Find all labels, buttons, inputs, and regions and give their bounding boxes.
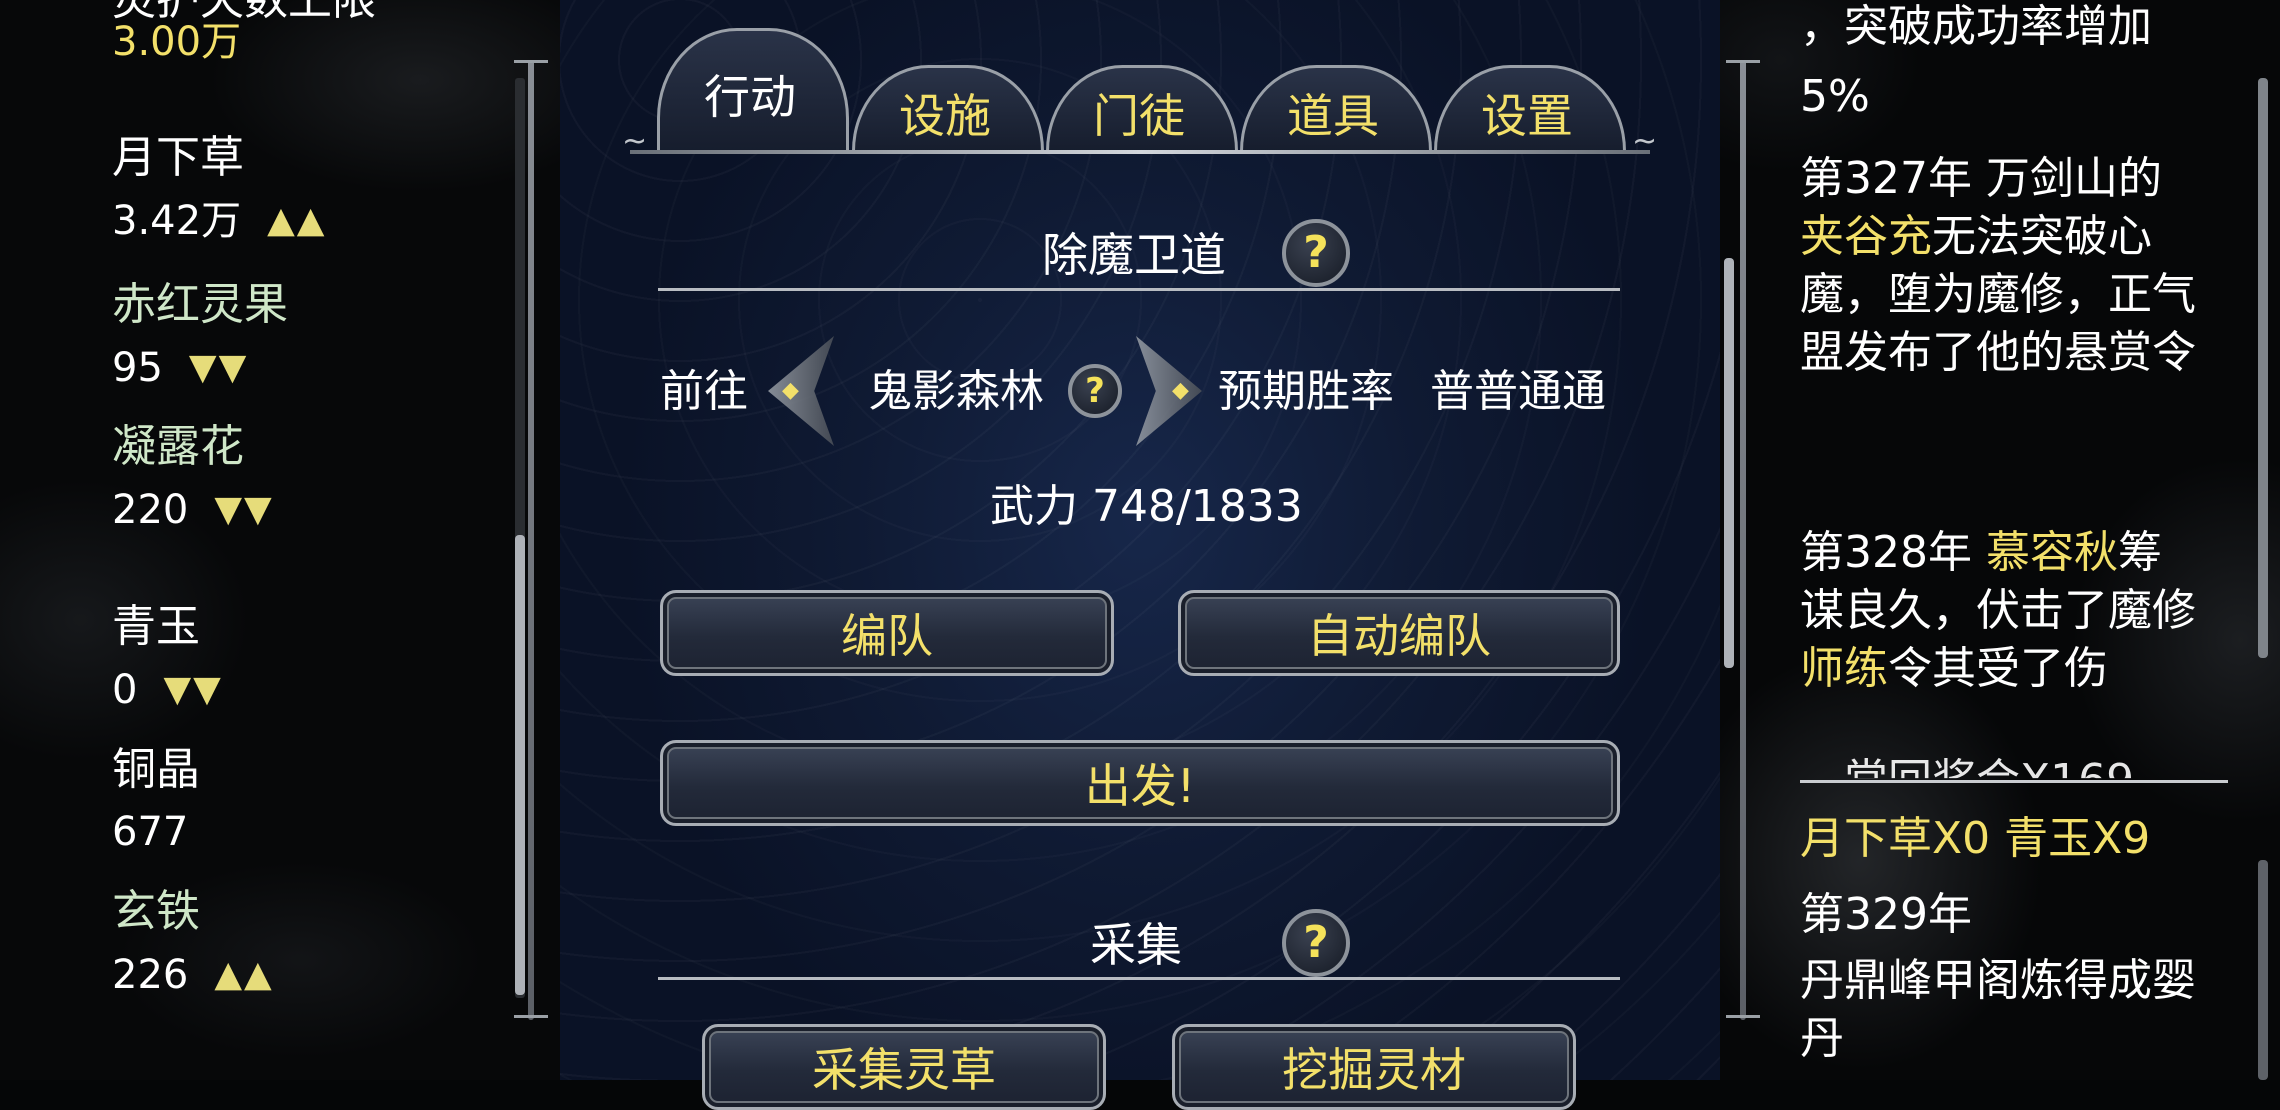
trend-up-icon: ▲▲ (267, 200, 327, 241)
log-text: 第328年 (1800, 527, 1986, 578)
gather-herb-button[interactable]: 采集灵草 (702, 1024, 1106, 1110)
mission-title: 除魔卫道 (1042, 228, 1226, 282)
resource-value: 95 (112, 344, 163, 391)
resource-name: 凝露花 (112, 421, 244, 472)
tab-bar-right-ornament-icon: ~ (1632, 124, 1658, 159)
resource-value: 3.42万 (112, 197, 242, 244)
resource-value: 677 (112, 809, 189, 855)
log-character-name[interactable]: 慕容秋 (1986, 527, 2118, 578)
trend-down-icon: ▼▼ (188, 347, 249, 388)
log-text: 第327年 万剑山的 (1800, 153, 2162, 204)
depart-button[interactable]: 出发! (660, 740, 1620, 826)
resource-value: 0 (112, 666, 138, 713)
resource-name: 青玉 (112, 601, 200, 652)
left-frame-rail (528, 60, 534, 1020)
tab-action[interactable]: 行动 (657, 74, 843, 120)
log-line: 5% (1800, 71, 1870, 122)
resource-item[interactable]: 玄铁 226 ▲▲ (112, 886, 274, 998)
log-line: 第329年 (1800, 889, 1972, 940)
resource-item[interactable]: 青玉 0 ▼▼ (112, 601, 223, 713)
power-readout: 武力 748/1833 (990, 481, 1303, 532)
resource-value: 220 (112, 486, 189, 533)
gather-help-icon[interactable]: ? (1282, 909, 1350, 977)
log-loot-item: 青玉X9 (2004, 813, 2151, 864)
resource-cap-value: 3.00万 (112, 19, 242, 65)
right-frame-rail (1740, 60, 1746, 1020)
resource-item[interactable]: 赤红灵果 95 ▼▼ (112, 279, 288, 391)
log-loot-line: 月下草X0 青玉X9 (1800, 810, 2150, 868)
log-line: 丹鼎峰甲阁炼得成婴丹 (1800, 955, 2196, 1064)
formation-button[interactable]: 编队 (660, 590, 1114, 676)
right-frame-cap-top (1726, 60, 1760, 63)
tab-facility[interactable]: 设施 (852, 93, 1038, 139)
gather-divider (658, 977, 1620, 980)
resource-item[interactable]: 铜晶 677 (112, 744, 200, 855)
gather-title: 采集 (1090, 918, 1182, 972)
resource-name: 玄铁 (112, 886, 200, 937)
trend-down-icon: ▼▼ (163, 669, 223, 710)
tab-bar-divider (630, 150, 1650, 154)
next-location-arrow-icon: ◆ (1172, 378, 1189, 403)
log-character-name[interactable]: 夹谷充 (1800, 211, 1932, 262)
log-text: 令其受了伤 (1888, 643, 2108, 694)
log-entry: 第328年 慕容秋筹谋良久，伏击了魔修师练令其受了伤 (1800, 524, 2200, 698)
trend-down-icon: ▼▼ (214, 489, 274, 530)
resource-item[interactable]: 凝露花 220 ▼▼ (112, 421, 274, 533)
auto-formation-button[interactable]: 自动编队 (1178, 590, 1620, 676)
tab-settings[interactable]: 设置 (1434, 93, 1620, 139)
log-loot-item: 月下草X0 (1800, 813, 1991, 864)
winrate-value: 普普通通 (1430, 366, 1606, 417)
left-scrollbar-thumb[interactable] (515, 535, 525, 995)
prev-location-arrow-icon: ◆ (782, 378, 799, 403)
resource-panel: 灵护天数上限 3.00万 月下草 3.42万 ▲▲ 赤红灵果 95 ▼▼ 凝露花… (112, 0, 532, 1080)
log-line: ，突破成功率增加 (1800, 1, 2152, 52)
resource-value: 226 (112, 951, 189, 998)
goto-label: 前往 (660, 366, 748, 417)
log-separator (1800, 780, 2228, 783)
resource-name: 铜晶 (112, 744, 200, 795)
log-character-name[interactable]: 师练 (1800, 643, 1888, 694)
right-frame-cap-bottom (1726, 1015, 1760, 1018)
winrate-label: 预期胜率 (1218, 366, 1394, 417)
resource-item[interactable]: 月下草 3.42万 ▲▲ (112, 132, 327, 244)
left-frame-cap-bottom (514, 1015, 548, 1018)
resource-name: 月下草 (112, 132, 244, 183)
location-name: 鬼影森林 (868, 366, 1044, 417)
log-scrollbar-lower-thumb[interactable] (2258, 860, 2268, 1080)
tab-disciples[interactable]: 门徒 (1046, 93, 1232, 139)
mission-divider (658, 288, 1620, 291)
trend-up-icon: ▲▲ (214, 954, 274, 995)
center-scrollbar-thumb[interactable] (1724, 258, 1734, 668)
resource-name: 赤红灵果 (112, 279, 288, 330)
mission-help-icon[interactable]: ? (1282, 219, 1350, 287)
location-help-icon[interactable]: ? (1068, 364, 1122, 418)
dig-material-button[interactable]: 挖掘灵材 (1172, 1024, 1576, 1110)
log-scrollbar-thumb[interactable] (2258, 78, 2268, 658)
tab-items[interactable]: 道具 (1240, 93, 1426, 139)
tab-bar-left-ornament-icon: ~ (622, 124, 648, 159)
left-frame-cap-top (514, 60, 548, 63)
log-entry: 第327年 万剑山的夹谷充无法突破心魔，堕为魔修，正气盟发布了他的悬赏令 (1800, 150, 2200, 382)
